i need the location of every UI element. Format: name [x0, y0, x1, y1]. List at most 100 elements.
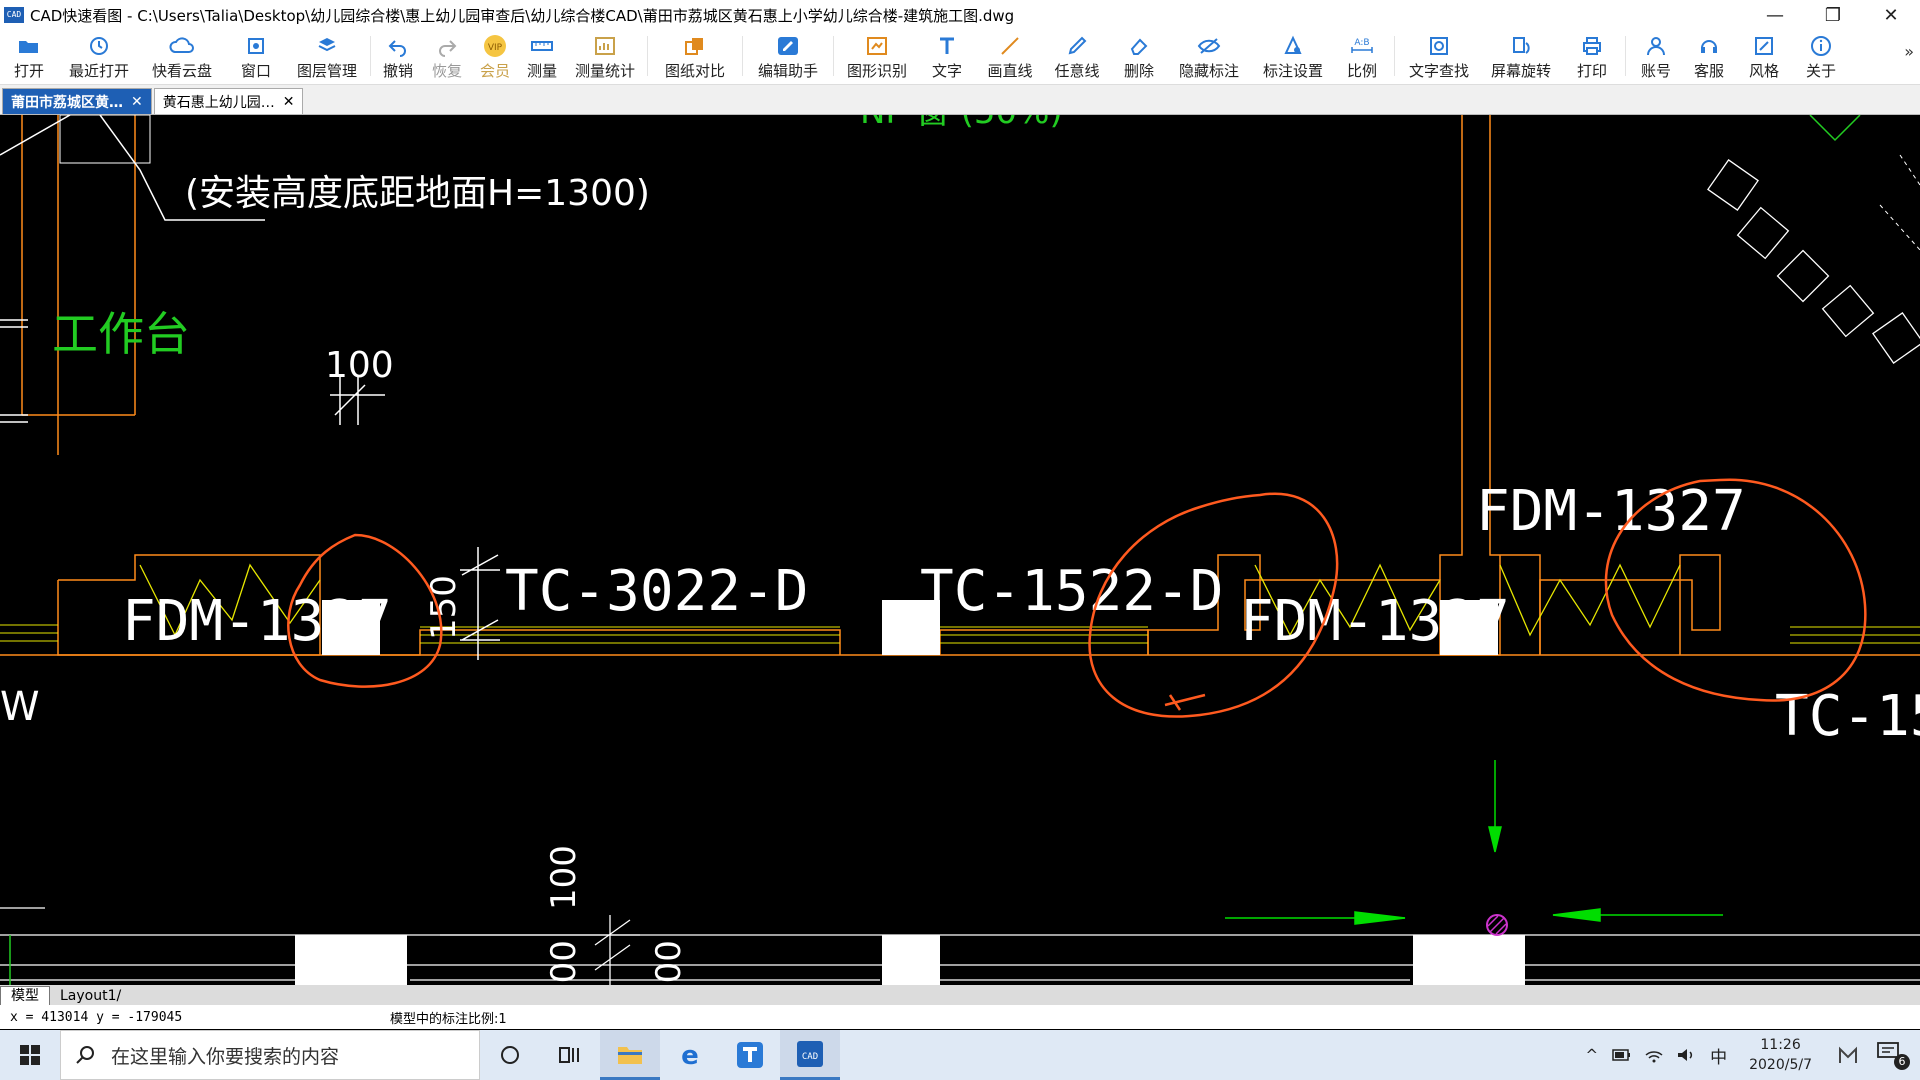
section-arrows [1225, 760, 1723, 925]
door-label-fdm-upper: FDM-1327 [1476, 479, 1746, 544]
history-icon [88, 34, 110, 58]
file-explorer-icon [618, 1046, 642, 1064]
shape-recognize-button[interactable]: 图形识别 [838, 30, 916, 81]
annotation-settings-icon [1282, 34, 1304, 58]
window-label-tc1522: TC-1522-D [920, 559, 1223, 624]
rotate-screen-icon [1510, 34, 1532, 58]
customer-service-button[interactable]: 客服 [1682, 30, 1736, 81]
eraser-icon [1128, 34, 1150, 58]
scale-button[interactable]: A:B 比例 [1334, 30, 1390, 81]
measure-button[interactable]: 测量 [517, 30, 567, 81]
about-button[interactable]: 关于 [1792, 30, 1850, 81]
wifi-icon[interactable] [1644, 1046, 1664, 1064]
dashed-arc [1879, 154, 1920, 251]
system-tray: ^ 中 11:26 2020/5/7 6 [1578, 1030, 1920, 1080]
text-button[interactable]: 文字 [916, 30, 978, 81]
text-search-button[interactable]: 文字查找 [1399, 30, 1479, 81]
notification-badge: 6 [1894, 1054, 1910, 1070]
drawing-canvas[interactable]: NF 窗 (50%) (安装高度底距地面H=1300) 工作台 100 [0, 92, 1920, 1005]
shape-recognize-icon [865, 34, 889, 58]
measure-stats-button[interactable]: 测量统计 [567, 30, 643, 81]
rotate-screen-button[interactable]: 屏幕旋转 [1479, 30, 1563, 81]
workbench-text: 工作台 [52, 307, 190, 361]
folder-open-icon [17, 34, 41, 58]
toolbar-more-button[interactable]: » [1904, 42, 1914, 61]
lower-column-block [1413, 935, 1525, 985]
open-button[interactable]: 打开 [0, 30, 58, 81]
window-button[interactable]: 窗口 [224, 30, 288, 81]
coordinate-readout: x = 413014 y = -179045 [10, 1009, 183, 1025]
info-icon [1810, 34, 1832, 58]
main-toolbar: 打开 最近打开 快看云盘 窗口 图层管理 撤销 恢复 VIP 会员 测量 测量统… [0, 30, 1920, 85]
redo-button[interactable]: 恢复 [421, 30, 473, 81]
close-tab-icon[interactable]: ✕ [131, 94, 143, 110]
account-icon [1645, 34, 1667, 58]
start-button[interactable] [0, 1030, 60, 1080]
style-button[interactable]: 风格 [1736, 30, 1792, 81]
tab-drawing-2[interactable]: 黄石惠上幼儿园… ✕ [153, 88, 304, 114]
task-view-button[interactable] [540, 1030, 600, 1080]
lower-dim-marks [440, 915, 640, 985]
toolbar-separator [370, 36, 371, 76]
section-marker-hatch [1487, 915, 1507, 935]
layer-manager-button[interactable]: 图层管理 [288, 30, 366, 81]
battery-icon[interactable] [1612, 1048, 1632, 1062]
edit-assistant-icon [776, 34, 800, 58]
svg-text:CAD: CAD [802, 1052, 818, 1062]
svg-text:A:B: A:B [1354, 38, 1369, 48]
svg-text:e: e [681, 1041, 699, 1069]
cloud-disk-button[interactable]: 快看云盘 [140, 30, 224, 81]
compare-icon [683, 34, 707, 58]
draw-line-button[interactable]: 画直线 [978, 30, 1042, 81]
taskbar-cad-app[interactable]: CAD [780, 1030, 840, 1080]
freehand-button[interactable]: 任意线 [1042, 30, 1112, 81]
svg-text:VIP: VIP [488, 43, 503, 53]
toolbar-separator [742, 36, 743, 76]
print-button[interactable]: 打印 [1563, 30, 1621, 81]
annotation-settings-button[interactable]: 标注设置 [1252, 30, 1334, 81]
tray-chevron-up-icon[interactable]: ^ [1586, 1046, 1599, 1064]
taskbar-search-box[interactable]: 在这里输入你要搜索的内容 [60, 1030, 480, 1080]
arc-blocks [1707, 159, 1920, 364]
ime-indicator[interactable]: 中 [1710, 1043, 1727, 1068]
close-button[interactable]: ✕ [1862, 0, 1920, 30]
keyboard-logo-icon[interactable] [1838, 1045, 1864, 1065]
delete-button[interactable]: 删除 [1112, 30, 1166, 81]
taskbar-t-app[interactable] [720, 1030, 780, 1080]
window-label-tc152: TC-152 [1775, 684, 1920, 749]
top-green-text: NF 窗 (50%) [860, 115, 1063, 132]
lower-wall-lines [0, 907, 1920, 981]
dim-100-lower3-text: 100 [649, 940, 689, 985]
headset-icon [1698, 34, 1720, 58]
hide-annotation-button[interactable]: 隐藏标注 [1166, 30, 1252, 81]
recent-button[interactable]: 最近打开 [58, 30, 140, 81]
restore-button[interactable]: ❐ [1804, 0, 1862, 30]
freehand-icon [1066, 34, 1088, 58]
cad-drawing: NF 窗 (50%) (安装高度底距地面H=1300) 工作台 100 [0, 92, 1920, 1005]
vip-button[interactable]: VIP 会员 [473, 30, 517, 81]
tab-model[interactable]: 模型 [0, 986, 50, 1005]
window-label-tc3022: TC-3022-D [505, 559, 808, 624]
volume-icon[interactable] [1676, 1046, 1696, 1064]
dim-100-text: 100 [325, 345, 394, 386]
compare-button[interactable]: 图纸对比 [652, 30, 738, 81]
tab-layout1[interactable]: Layout1/ [50, 987, 131, 1005]
left-wall [21, 115, 136, 455]
windows-taskbar: 在这里输入你要搜索的内容 e CAD ^ 中 11:26 2020/5/7 6 [0, 1030, 1920, 1080]
notification-button[interactable]: 6 [1876, 1040, 1910, 1070]
minimize-button[interactable]: — [1746, 0, 1804, 30]
undo-button[interactable]: 撤销 [375, 30, 421, 81]
door-label-fdm-mid: FDM-1327 [1240, 589, 1510, 654]
tab-drawing-1[interactable]: 莆田市荔城区黄… ✕ [2, 88, 152, 114]
taskbar-file-explorer[interactable] [600, 1030, 660, 1080]
close-tab-icon[interactable]: ✕ [283, 94, 295, 110]
text-icon [936, 34, 958, 58]
system-clock[interactable]: 11:26 2020/5/7 [1749, 1035, 1812, 1075]
account-button[interactable]: 账号 [1630, 30, 1682, 81]
edit-assistant-button[interactable]: 编辑助手 [747, 30, 829, 81]
cortana-button[interactable] [480, 1030, 540, 1080]
taskbar-edge[interactable]: e [660, 1030, 720, 1080]
window-icon [245, 34, 267, 58]
document-tab-bar: 莆田市荔城区黄… ✕ 黄石惠上幼儿园… ✕ [0, 85, 1920, 115]
layout-tab-bar: 模型 Layout1/ [0, 985, 1920, 1005]
